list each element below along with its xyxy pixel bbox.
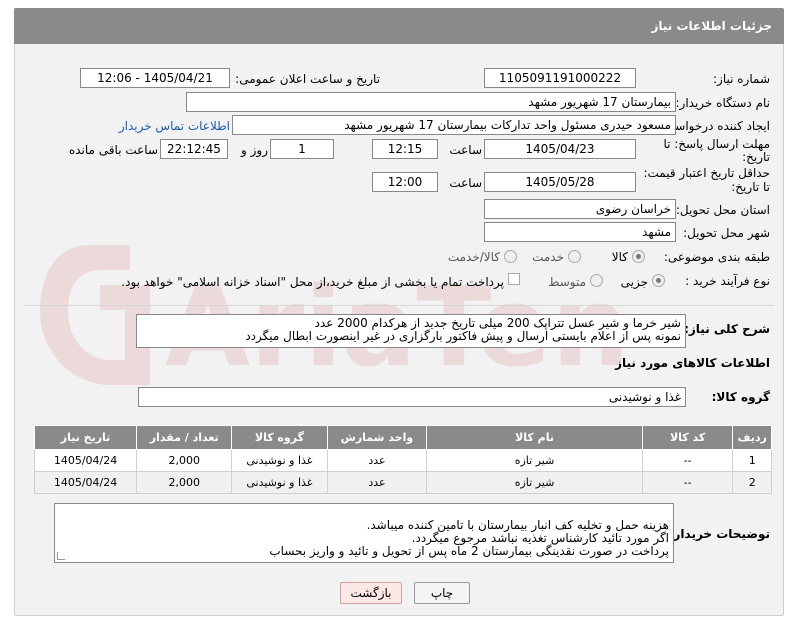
cell-quantity: 2,000: [136, 471, 233, 494]
buyer-org-field: بیمارستان 17 شهریور مشهد: [186, 92, 676, 112]
back-button[interactable]: بازگشت: [340, 582, 402, 604]
description-label: شرح کلی نیاز:: [684, 322, 770, 336]
cell-name: شیر تازه: [426, 471, 643, 494]
cell-group: غذا و نوشیدنی: [231, 449, 328, 472]
price-validity-label: حداقل تاریخ اعتبار قیمت:: [643, 166, 770, 180]
category-option-goods: کالا: [611, 250, 628, 264]
goods-table-header: ردیف کد کالا نام کالا واحد شمارش گروه کا…: [33, 425, 772, 450]
category-option-service: خدمت: [532, 250, 564, 264]
buyer-notes-label: توضیحات خریدار:: [668, 527, 770, 541]
delivery-city-label: شهر محل تحویل:: [683, 226, 770, 240]
reply-deadline-label-2: تاریخ:: [742, 150, 770, 164]
buyer-org-label: نام دستگاه خریدار:: [675, 96, 771, 110]
buyer-notes-textarea[interactable]: هزینه حمل و تخلیه کف انبار بیمارستان با …: [54, 503, 674, 563]
treasury-payment-checkbox[interactable]: [508, 273, 520, 285]
cell-need-date: 1405/04/24: [33, 449, 138, 472]
category-radio-service[interactable]: [568, 250, 581, 263]
goods-table: ردیف کد کالا نام کالا واحد شمارش گروه کا…: [33, 425, 772, 494]
cell-need-date: 1405/04/24: [33, 471, 138, 494]
category-radio-goods-service[interactable]: [504, 250, 517, 263]
category-radio-goods[interactable]: [632, 250, 645, 263]
price-validity-date-field: 1405/05/28: [484, 172, 636, 192]
goods-group-field: غذا و نوشیدنی: [138, 387, 686, 407]
cell-unit: عدد: [326, 471, 428, 494]
page: جزئیات اطلاعات نیاز AriaTender.net شماره…: [0, 0, 788, 620]
col-code: کد کالا: [641, 425, 734, 450]
table-row: 2 -- شیر تازه عدد غذا و نوشیدنی 2,000 14…: [33, 471, 772, 494]
panel-title: جزئیات اطلاعات نیاز: [14, 8, 784, 44]
requester-field: مسعود حیدری مسئول واحد تدارکات بیمارستان…: [232, 115, 676, 135]
category-label: طبقه بندی موضوعی:: [663, 250, 770, 264]
col-need-date: تاریخ نیاز: [33, 425, 138, 450]
reply-time-field: 12:15: [372, 139, 438, 159]
cell-group: غذا و نوشیدنی: [231, 471, 328, 494]
purchase-option-minor: جزیی: [620, 275, 648, 289]
need-number-field: 1105091191000222: [484, 68, 636, 88]
cell-code: --: [641, 471, 734, 494]
reply-date-field: 1405/04/23: [484, 139, 636, 159]
goods-info-title: اطلاعات کالاهای مورد نیاز: [615, 356, 770, 370]
col-row: ردیف: [732, 425, 772, 450]
cell-row: 2: [732, 471, 772, 494]
print-button[interactable]: چاپ: [414, 582, 470, 604]
purchase-radio-minor[interactable]: [652, 274, 665, 287]
cell-unit: عدد: [326, 449, 428, 472]
price-validity-time-label: ساعت: [449, 176, 482, 190]
buyer-notes-text: هزینه حمل و تخلیه کف انبار بیمارستان با …: [269, 518, 669, 558]
cell-quantity: 2,000: [136, 449, 233, 472]
description-textarea[interactable]: شیر خرما و شیر عسل تتراپک 200 میلی تاریخ…: [136, 314, 686, 348]
table-row: 1 -- شیر تازه عدد غذا و نوشیدنی 2,000 14…: [33, 449, 772, 472]
remaining-time-field: 22:12:45: [160, 139, 228, 159]
days-field: 1: [270, 139, 334, 159]
remaining-time-label: ساعت باقی مانده: [68, 143, 158, 157]
price-validity-time-field: 12:00: [372, 172, 438, 192]
resize-handle-icon[interactable]: [57, 552, 65, 560]
purchase-option-medium: متوسط: [548, 275, 586, 289]
cell-row: 1: [732, 449, 772, 472]
col-name: نام کالا: [426, 425, 643, 450]
reply-time-label: ساعت: [449, 143, 482, 157]
col-quantity: تعداد / مقدار: [136, 425, 233, 450]
announce-field: 1405/04/21 - 12:06: [80, 68, 230, 88]
col-unit: واحد شمارش: [326, 425, 428, 450]
cell-code: --: [641, 449, 734, 472]
purchase-type-label: نوع فرآیند خرید :: [685, 274, 770, 288]
divider: [24, 305, 774, 306]
treasury-payment-note: پرداخت تمام یا بخشی از مبلغ خرید،از محل …: [121, 275, 504, 289]
purchase-radio-medium[interactable]: [590, 274, 603, 287]
col-group: گروه کالا: [231, 425, 328, 450]
goods-group-label: گروه کالا:: [711, 390, 770, 404]
price-validity-label-2: تا تاریخ:: [731, 180, 770, 194]
cell-name: شیر تازه: [426, 449, 643, 472]
announce-label: تاریخ و ساعت اعلان عمومی:: [235, 72, 380, 86]
delivery-province-label: استان محل تحویل:: [675, 203, 770, 217]
days-label: روز و: [241, 143, 268, 157]
delivery-city-field: مشهد: [484, 222, 676, 242]
delivery-province-field: خراسان رضوی: [484, 199, 676, 219]
category-option-goods-service: کالا/خدمت: [447, 250, 500, 264]
reply-deadline-label: مهلت ارسال پاسخ: تا: [663, 137, 770, 151]
need-number-label: شماره نیاز:: [713, 72, 770, 86]
buyer-contact-link[interactable]: اطلاعات تماس خریدار: [110, 119, 230, 133]
